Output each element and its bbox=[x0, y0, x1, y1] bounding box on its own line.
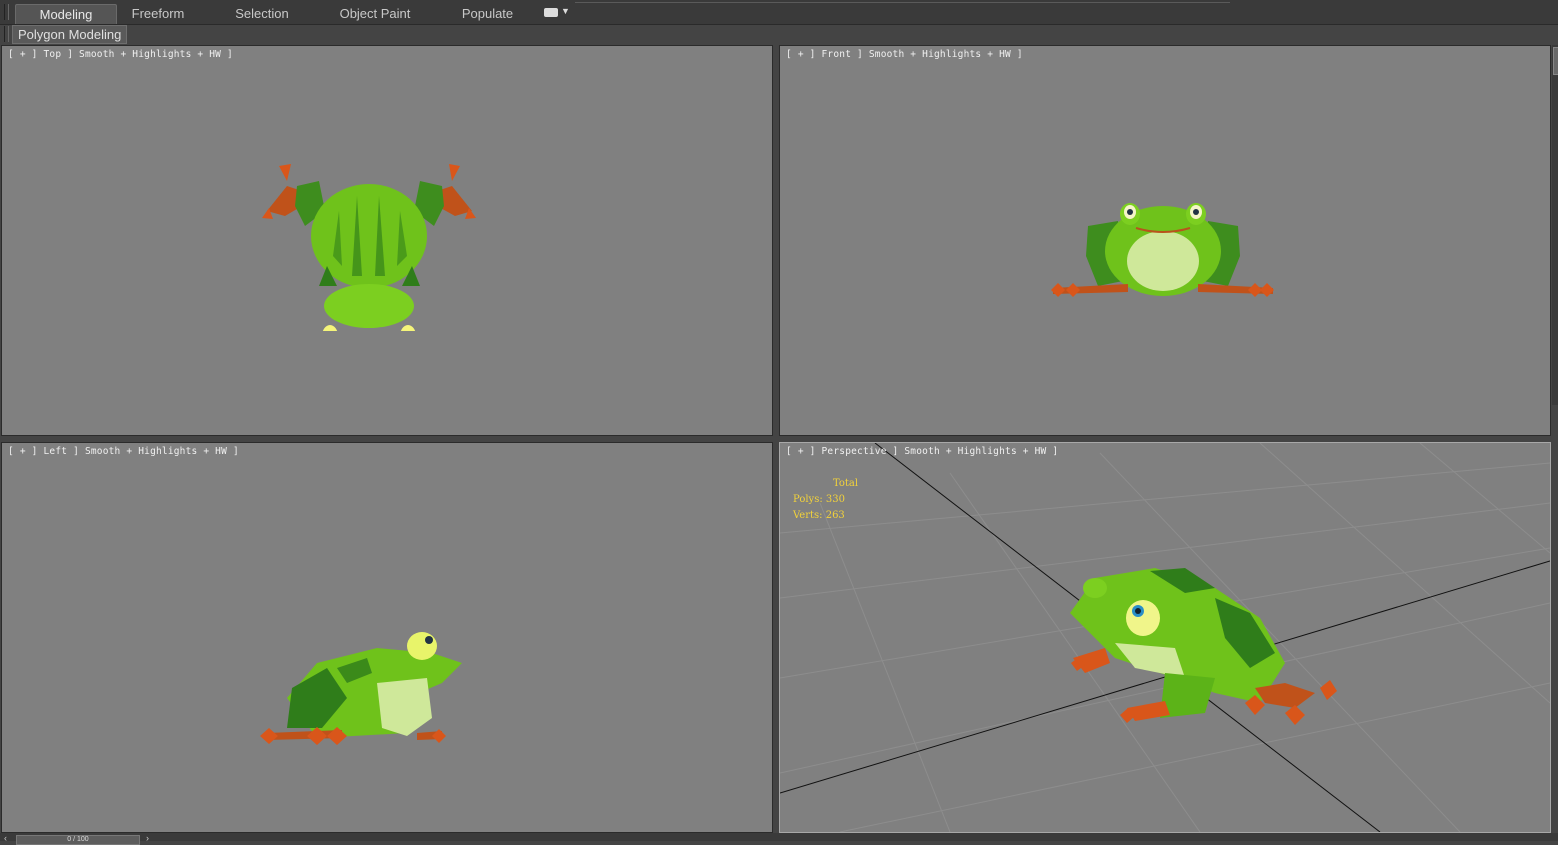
ribbon-divider bbox=[575, 2, 1230, 3]
frog-model-left[interactable] bbox=[257, 628, 472, 748]
viewport-label-top[interactable]: [ + ] Top ] Smooth + Highlights + HW ] bbox=[8, 49, 233, 60]
scene-statistics: Total Polys: 330 Verts: 263 bbox=[793, 476, 858, 524]
frog-model-top[interactable] bbox=[257, 156, 482, 331]
tab-object-paint[interactable]: Object Paint bbox=[330, 4, 420, 23]
stats-title: Total bbox=[833, 478, 859, 489]
ribbon-options-icon[interactable] bbox=[544, 8, 558, 17]
polygon-modeling-panel-label[interactable]: Polygon Modeling bbox=[12, 25, 128, 44]
chevron-down-icon[interactable]: ▼ bbox=[561, 6, 570, 16]
panel-grip[interactable] bbox=[4, 26, 9, 42]
frog-model-front[interactable] bbox=[1048, 196, 1278, 306]
stats-polys: Polys: 330 bbox=[793, 494, 845, 505]
scrollbar-thumb[interactable] bbox=[1553, 47, 1558, 75]
viewport-top[interactable]: [ + ] Top ] Smooth + Highlights + HW ] bbox=[1, 45, 773, 436]
tab-modeling[interactable]: Modeling bbox=[15, 4, 117, 24]
viewport-label-perspective[interactable]: [ + ] Perspective ] Smooth + Highlights … bbox=[786, 446, 1058, 457]
ribbon-bar: Modeling Freeform Selection Object Paint… bbox=[0, 0, 1558, 25]
ribbon-grip[interactable] bbox=[4, 4, 9, 20]
time-slider[interactable]: 0 / 100 bbox=[16, 835, 140, 845]
frog-model-perspective[interactable] bbox=[1065, 563, 1340, 738]
time-slider-next-icon[interactable]: › bbox=[146, 833, 149, 843]
ribbon-panel-bar: Polygon Modeling bbox=[0, 25, 1558, 44]
time-slider-bar bbox=[0, 833, 1558, 841]
stats-verts: Verts: 263 bbox=[793, 510, 845, 521]
tab-freeform[interactable]: Freeform bbox=[118, 4, 198, 23]
viewport-front[interactable]: [ + ] Front ] Smooth + Highlights + HW ] bbox=[779, 45, 1551, 436]
viewport-label-front[interactable]: [ + ] Front ] Smooth + Highlights + HW ] bbox=[786, 49, 1023, 60]
viewport-label-left[interactable]: [ + ] Left ] Smooth + Highlights + HW ] bbox=[8, 446, 239, 457]
viewport-perspective[interactable]: [ + ] Perspective ] Smooth + Highlights … bbox=[779, 442, 1551, 833]
viewport-scrollbar[interactable] bbox=[1552, 45, 1558, 405]
time-slider-prev-icon[interactable]: ‹ bbox=[4, 833, 7, 843]
tab-populate[interactable]: Populate bbox=[450, 4, 525, 23]
viewport-left[interactable]: [ + ] Left ] Smooth + Highlights + HW ] bbox=[1, 442, 773, 833]
tab-selection[interactable]: Selection bbox=[222, 4, 302, 23]
